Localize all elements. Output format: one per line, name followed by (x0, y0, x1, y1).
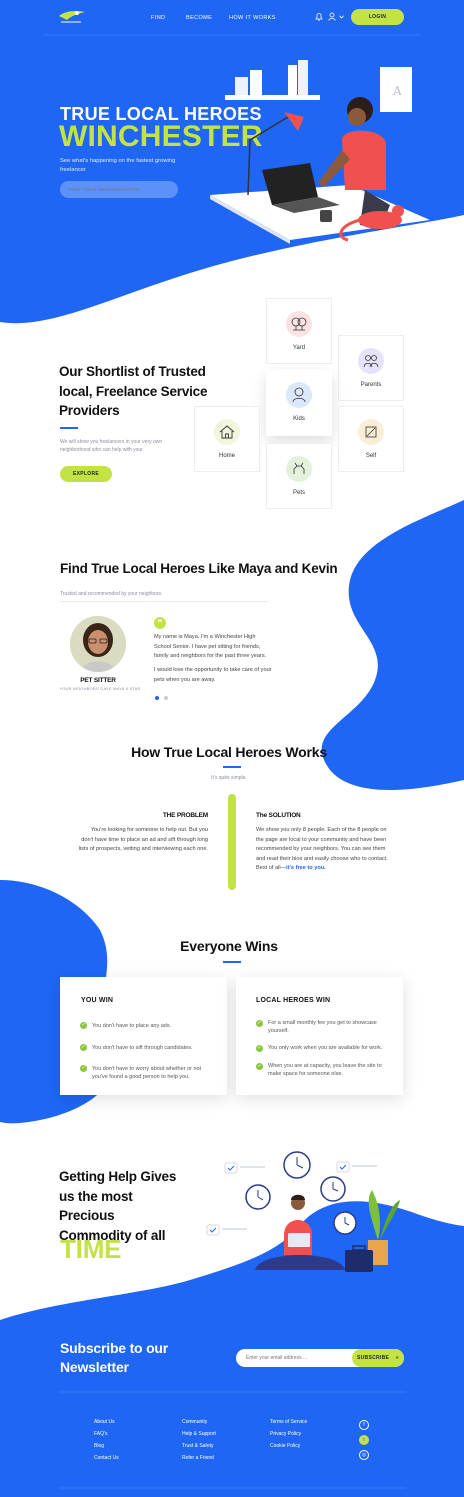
footer-link-help[interactable]: Help & Support (182, 1431, 216, 1437)
twitter-icon[interactable]: t (359, 1435, 369, 1445)
check-icon: ✓ (80, 1022, 87, 1029)
footer-link-blog[interactable]: Blog (94, 1443, 104, 1449)
hero-flying-logo-icon (59, 11, 85, 23)
instagram-icon[interactable]: ◎ (359, 1450, 369, 1460)
category-label-yard: Yard (292, 345, 306, 351)
tree-icon (286, 311, 312, 337)
subscribe-label: SUBSCRIBE (357, 1355, 390, 1361)
shortlist-heading-rule (60, 427, 78, 429)
double-arrow-icon: » (395, 1355, 399, 1361)
footer-link-community[interactable]: Community (182, 1419, 207, 1425)
carousel-dot-active[interactable] (155, 696, 159, 700)
chevron-down-icon[interactable] (339, 15, 344, 19)
home-icon (214, 419, 240, 445)
category-label-pets: Pets (292, 490, 305, 496)
parents-icon (358, 348, 384, 374)
bell-icon[interactable] (315, 12, 323, 21)
you-win-title: YOU WIN (81, 997, 114, 1004)
category-card-home[interactable]: Home (194, 406, 260, 472)
quote-icon: “ (154, 617, 166, 629)
category-card-parents[interactable]: Parents (338, 335, 404, 401)
maya-avatar (70, 616, 126, 672)
clock-icon (283, 1151, 311, 1179)
category-card-self[interactable]: Self (338, 406, 404, 472)
quote-paragraph-2: I would love the opportunity to take car… (154, 667, 272, 683)
footer-link-privacy[interactable]: Privacy Policy (270, 1431, 301, 1437)
nav-find[interactable]: FIND (151, 15, 165, 21)
category-label-parents: Parents (360, 382, 382, 388)
newsletter-form: SUBSCRIBE » (236, 1349, 404, 1367)
heroes-win-card: LOCAL HEROES WIN ✓ For a small monthly f… (236, 977, 403, 1095)
category-card-yard[interactable]: Yard (266, 298, 332, 364)
heroes-subheading: Trusted and recommended by your neighbor… (60, 591, 163, 597)
kids-icon (286, 382, 312, 408)
shortlist-heading: Our Shortlist of Trusted local, Freelanc… (59, 364, 208, 418)
user-icon[interactable] (328, 12, 336, 21)
hero-illustration: A (210, 60, 430, 244)
heroes-win-title: LOCAL HEROES WIN (256, 997, 331, 1004)
check-icon: ✓ (256, 1020, 263, 1027)
profile-role: PET SITTER (80, 677, 116, 684)
problem-title: THE PROBLEM (162, 812, 208, 819)
newsletter-email-input[interactable] (246, 1349, 346, 1367)
category-card-kids[interactable]: Kids (266, 370, 332, 436)
footer-link-trust[interactable]: Trust & Safety (182, 1443, 214, 1449)
footer-link-terms[interactable]: Terms of Service (270, 1419, 307, 1425)
how-subheading: It's quite simple. (211, 775, 247, 781)
svg-text:A: A (392, 84, 402, 98)
hero-subtitle: See what's happening on the fastest grow… (60, 158, 176, 173)
footer-link-cookie[interactable]: Cookie Policy (270, 1443, 300, 1449)
how-heading: How True Local Heroes Works (131, 744, 327, 760)
footer-link-contact[interactable]: Contact Us (94, 1455, 119, 1461)
footer-link-faqs[interactable]: FAQ's (94, 1431, 107, 1437)
subscribe-button[interactable]: SUBSCRIBE » (352, 1349, 404, 1367)
category-label-self: Self (365, 453, 377, 459)
quote-paragraph-1: My name is Maya. I'm a Winchester High S… (154, 634, 267, 659)
dog-icon (286, 456, 312, 482)
category-card-pets[interactable]: Pets (266, 443, 332, 509)
check-icon: ✓ (80, 1065, 87, 1072)
newsletter-heading: Subscribe to our Newsletter (60, 1340, 169, 1375)
solution-title: The SOLUTION (256, 812, 301, 819)
category-label-kids: Kids (293, 416, 305, 422)
wins-heading-rule (223, 961, 241, 963)
nav-how-it-works[interactable]: HOW IT WORKS (229, 15, 276, 21)
heroes-win-item: When you are at capacity, you leave the … (268, 1063, 382, 1077)
category-label-home: Home (218, 453, 235, 459)
shortlist-description: We will show you freelancers in your ver… (60, 439, 163, 453)
check-icon: ✓ (256, 1063, 263, 1070)
solution-text: We show you only 8 people. Each of the 8… (256, 826, 394, 874)
you-win-item: You don't have to worry about whether or… (92, 1066, 202, 1080)
profile-caption: YOUR NEIGHBORS GAVE MAYA 5 STAR (59, 686, 141, 691)
footer-link-about[interactable]: About Us (94, 1419, 115, 1425)
time-illustration (206, 1151, 400, 1272)
problem-text: You're looking for someone to help out. … (78, 827, 208, 852)
nav-become[interactable]: BECOME (186, 15, 212, 21)
you-win-item: You don't have to sift through candidate… (92, 1045, 193, 1051)
time-highlight: TIME (60, 1234, 122, 1264)
solution-highlight: it's free to you. (286, 865, 326, 871)
self-icon (358, 419, 384, 445)
you-win-item: You don't have to place any ads. (92, 1023, 172, 1029)
carousel-dot[interactable] (164, 696, 168, 700)
how-heading-rule (223, 766, 241, 768)
neighborhood-search-input[interactable] (60, 181, 178, 198)
heroes-heading: Find True Local Heroes Like Maya and Kev… (60, 561, 338, 576)
login-button[interactable]: LOGIN (351, 9, 404, 25)
how-center-bar (228, 794, 236, 890)
heroes-divider (60, 601, 268, 602)
heroes-win-item: You only work when you are available for… (268, 1045, 383, 1051)
check-icon: ✓ (80, 1044, 87, 1051)
site-logo[interactable] (57, 8, 87, 24)
facebook-icon[interactable]: f (359, 1420, 369, 1430)
explore-button[interactable]: EXPLORE (60, 466, 112, 482)
wins-heading: Everyone Wins (180, 938, 278, 954)
footer-link-refer[interactable]: Refer a Friend (182, 1455, 214, 1461)
you-win-card: YOU WIN ✓ You don't have to place any ad… (60, 977, 227, 1095)
check-icon: ✓ (256, 1045, 263, 1052)
heroes-win-item: For a small monthly fee you get to showc… (268, 1020, 377, 1034)
